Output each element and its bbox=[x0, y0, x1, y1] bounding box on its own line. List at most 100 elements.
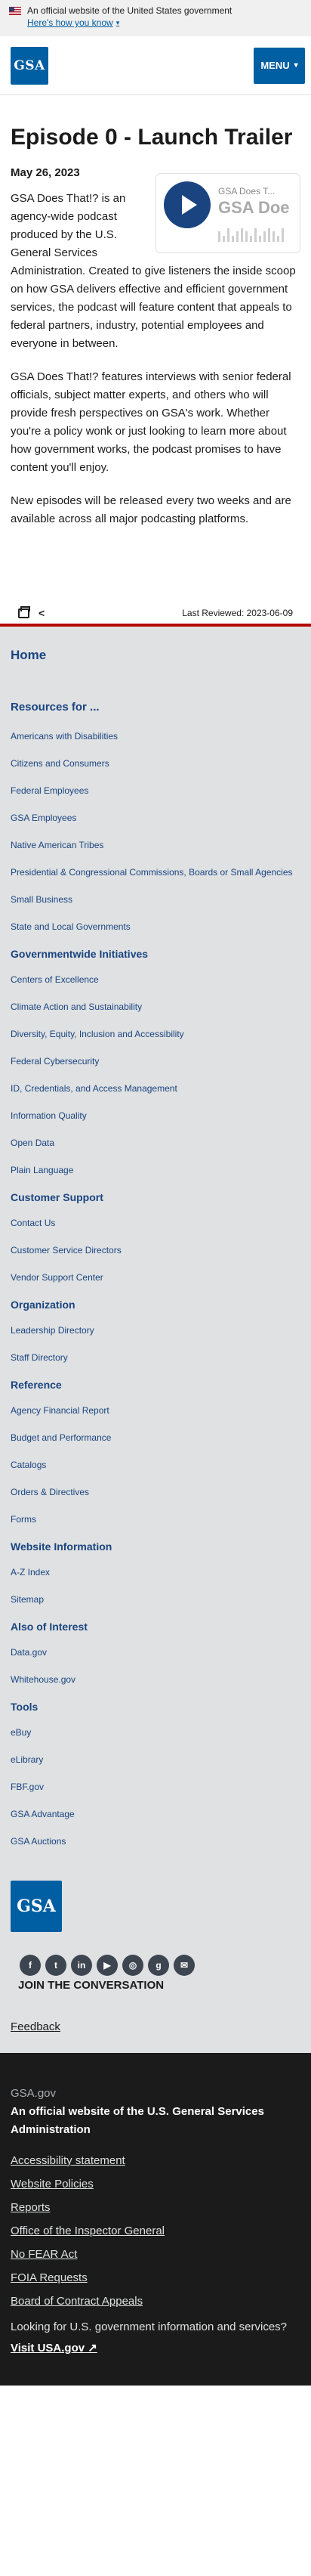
last-reviewed: Last Reviewed: 2023-06-09 bbox=[182, 608, 293, 618]
nav-link[interactable]: Forms bbox=[11, 1513, 300, 1525]
gsa-logo[interactable]: GSA bbox=[11, 46, 48, 85]
identifier-links: Accessibility statement Website Policies… bbox=[11, 2154, 300, 2308]
print-icon[interactable] bbox=[18, 605, 30, 618]
nav-link[interactable]: Centers of Excellence bbox=[11, 974, 300, 986]
nav-link[interactable]: Small Business bbox=[11, 893, 300, 906]
nav-group-list: Contact Us Customer Service Directors Ve… bbox=[11, 1217, 300, 1283]
youtube-icon[interactable]: ▶ bbox=[97, 1955, 118, 1976]
waveform-icon bbox=[218, 228, 290, 242]
podcast-player[interactable]: GSA Does T... GSA Doe bbox=[156, 173, 300, 253]
player-episode-title: GSA Doe bbox=[218, 198, 290, 217]
nav-link[interactable]: Agency Financial Report bbox=[11, 1404, 300, 1416]
nav-group-heading: Website Information bbox=[11, 1540, 112, 1553]
nav-link[interactable]: Climate Action and Sustainability bbox=[11, 1001, 300, 1013]
nav-link[interactable]: Customer Service Directors bbox=[11, 1244, 300, 1256]
chevron-down-icon: ▾ bbox=[115, 19, 120, 26]
nav-link[interactable]: GSA Employees bbox=[11, 812, 300, 824]
feedback-link[interactable]: Feedback bbox=[11, 2020, 300, 2033]
identifier-link[interactable]: No FEAR Act bbox=[11, 2248, 300, 2261]
nav-group-list: Centers of Excellence Climate Action and… bbox=[11, 974, 300, 1176]
instagram-icon[interactable]: ◎ bbox=[122, 1955, 143, 1976]
article-body: GSA Does T... GSA Doe GSA Does That!? is… bbox=[11, 173, 300, 543]
nav-home-link[interactable]: Home bbox=[11, 648, 300, 663]
footer: GSA f t in ▶ ◎ g ✉ JOIN THE CONVERSATION… bbox=[0, 1876, 311, 2053]
usa-gov-prompt: Looking for U.S. government information … bbox=[11, 2321, 288, 2333]
nav-link[interactable]: GSA Advantage bbox=[11, 1808, 300, 1820]
nav-link[interactable]: eBuy bbox=[11, 1726, 300, 1738]
main-content: Episode 0 - Launch Trailer May 26, 2023 … bbox=[0, 124, 311, 622]
nav-link[interactable]: Staff Directory bbox=[11, 1351, 300, 1364]
identifier-domain: GSA.gov bbox=[11, 2087, 57, 2100]
identifier-link[interactable]: Board of Contract Appeals bbox=[11, 2295, 300, 2308]
nav-link[interactable]: Federal Cybersecurity bbox=[11, 1055, 300, 1067]
nav-group-heading: Reference bbox=[11, 1379, 62, 1391]
chevron-down-icon: ▾ bbox=[294, 61, 298, 70]
nav-link[interactable]: A-Z Index bbox=[11, 1566, 300, 1578]
nav-link[interactable]: Information Quality bbox=[11, 1110, 300, 1122]
player-podcast-name: GSA Does T... bbox=[218, 186, 276, 197]
visit-usa-gov-label: Visit USA.gov bbox=[11, 2342, 85, 2355]
identifier-link[interactable]: FOIA Requests bbox=[11, 2271, 300, 2284]
identifier: GSA.gov An official website of the U.S. … bbox=[0, 2053, 311, 2386]
play-icon[interactable] bbox=[164, 181, 211, 228]
sidebar-nav: Home Resources for ... Americans with Di… bbox=[0, 627, 311, 1876]
nav-link[interactable]: Sitemap bbox=[11, 1593, 300, 1605]
email-icon[interactable]: ✉ bbox=[174, 1955, 195, 1976]
banner-text: An official website of the United States… bbox=[27, 5, 232, 16]
nav-link[interactable]: Citizens and Consumers bbox=[11, 757, 300, 769]
nav-link[interactable]: Whitehouse.gov bbox=[11, 1673, 300, 1686]
nav-link[interactable]: Leadership Directory bbox=[11, 1324, 300, 1336]
nav-link[interactable]: Vendor Support Center bbox=[11, 1271, 300, 1283]
nav-group-list: Leadership Directory Staff Directory bbox=[11, 1324, 300, 1364]
identifier-link[interactable]: Website Policies bbox=[11, 2178, 300, 2191]
footer-gsa-logo[interactable]: GSA bbox=[11, 1881, 62, 1932]
menu-label: MENU bbox=[260, 60, 290, 71]
identifier-link[interactable]: Reports bbox=[11, 2201, 300, 2214]
paragraph: GSA Does That!? features interviews with… bbox=[11, 370, 291, 474]
nav-group-heading: Also of Interest bbox=[11, 1621, 88, 1633]
nav-link[interactable]: Federal Employees bbox=[11, 785, 300, 797]
nav-link[interactable]: Native American Tribes bbox=[11, 839, 300, 851]
nav-group-list: eBuy eLibrary FBF.gov GSA Advantage GSA … bbox=[11, 1726, 300, 1847]
resources-list: Americans with Disabilities Citizens and… bbox=[11, 730, 300, 933]
site-header: GSA MENU ▾ bbox=[0, 36, 311, 95]
nav-group-list: Agency Financial Report Budget and Perfo… bbox=[11, 1404, 300, 1525]
nav-group-list: A-Z Index Sitemap bbox=[11, 1566, 300, 1605]
nav-link[interactable]: Orders & Directives bbox=[11, 1486, 300, 1498]
nav-group-heading: Organization bbox=[11, 1299, 75, 1311]
nav-link[interactable]: ID, Credentials, and Access Management bbox=[11, 1082, 300, 1094]
social-links: f t in ▶ ◎ g ✉ bbox=[11, 1955, 300, 1976]
nav-link[interactable]: Catalogs bbox=[11, 1459, 300, 1471]
how-you-know-link[interactable]: Here's how you know ▾ bbox=[27, 17, 119, 29]
join-conversation-heading: JOIN THE CONVERSATION bbox=[18, 1979, 165, 1992]
nav-link[interactable]: Budget and Performance bbox=[11, 1432, 300, 1444]
nav-link[interactable]: Plain Language bbox=[11, 1164, 300, 1176]
visit-usa-gov-link[interactable]: Visit USA.gov ↗ bbox=[11, 2341, 97, 2355]
identifier-link[interactable]: Accessibility statement bbox=[11, 2154, 300, 2167]
gov-banner: An official website of the United States… bbox=[0, 0, 311, 36]
nav-group-list: Data.gov Whitehouse.gov bbox=[11, 1646, 300, 1686]
share-icon[interactable]: < bbox=[38, 607, 45, 619]
twitter-icon[interactable]: t bbox=[45, 1955, 66, 1976]
nav-link[interactable]: Contact Us bbox=[11, 1217, 300, 1229]
linkedin-icon[interactable]: in bbox=[71, 1955, 92, 1976]
menu-button[interactable]: MENU ▾ bbox=[254, 47, 305, 84]
blog-icon[interactable]: g bbox=[148, 1955, 169, 1976]
identifier-official-text: An official website of the U.S. General … bbox=[11, 2105, 264, 2136]
identifier-link[interactable]: Office of the Inspector General bbox=[11, 2225, 300, 2237]
nav-link[interactable]: eLibrary bbox=[11, 1754, 300, 1766]
facebook-icon[interactable]: f bbox=[20, 1955, 41, 1976]
nav-link[interactable]: Diversity, Equity, Inclusion and Accessi… bbox=[11, 1028, 300, 1040]
how-you-know-label: Here's how you know bbox=[27, 17, 113, 28]
resources-heading: Resources for ... bbox=[11, 701, 100, 714]
nav-link[interactable]: FBF.gov bbox=[11, 1781, 300, 1793]
page-title: Episode 0 - Launch Trailer bbox=[11, 125, 293, 150]
nav-link[interactable]: Open Data bbox=[11, 1137, 300, 1149]
nav-link[interactable]: Data.gov bbox=[11, 1646, 300, 1658]
nav-link[interactable]: State and Local Governments bbox=[11, 921, 300, 933]
us-flag-icon bbox=[9, 6, 21, 15]
nav-link[interactable]: GSA Auctions bbox=[11, 1835, 300, 1847]
nav-link[interactable]: Presidential & Congressional Commissions… bbox=[11, 866, 300, 878]
nav-link[interactable]: Americans with Disabilities bbox=[11, 730, 300, 742]
page-tools: < Last Reviewed: 2023-06-09 bbox=[11, 604, 300, 622]
